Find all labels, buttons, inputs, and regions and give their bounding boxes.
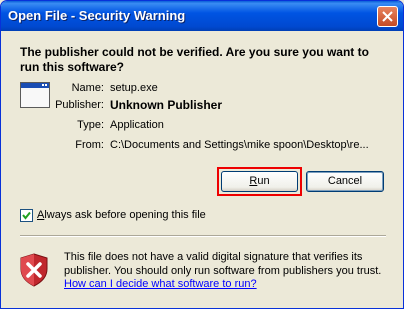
run-button[interactable]: Run bbox=[221, 171, 298, 192]
run-label-rest: un bbox=[257, 175, 270, 187]
divider bbox=[20, 235, 386, 237]
security-warning-dialog: Open File - Security Warning The publish… bbox=[0, 0, 404, 309]
publisher-value: Unknown Publisher bbox=[110, 98, 223, 112]
always-ask-label[interactable]: Always ask before opening this file bbox=[37, 209, 206, 222]
name-value: setup.exe bbox=[110, 82, 158, 94]
security-shield-icon bbox=[20, 253, 48, 287]
help-link[interactable]: How can I decide what software to run? bbox=[64, 278, 257, 290]
run-button-highlight: Run bbox=[217, 167, 302, 196]
warning-text: This file does not have a valid digital … bbox=[64, 251, 382, 277]
close-icon bbox=[382, 11, 393, 22]
from-label: From: bbox=[75, 139, 104, 151]
title-bar[interactable]: Open File - Security Warning bbox=[1, 1, 403, 31]
always-ask-label-rest: lways ask before opening this file bbox=[44, 209, 206, 221]
checkmark-icon bbox=[22, 211, 31, 220]
publisher-label: Publisher: bbox=[55, 99, 104, 111]
close-button[interactable] bbox=[377, 6, 398, 27]
cancel-button[interactable]: Cancel bbox=[306, 171, 384, 192]
window-title: Open File - Security Warning bbox=[8, 8, 186, 23]
type-label: Type: bbox=[77, 119, 104, 131]
from-value: C:\Documents and Settings\mike spoon\Des… bbox=[110, 139, 369, 151]
dialog-body: The publisher could not be verified. Are… bbox=[4, 31, 400, 307]
name-label: Name: bbox=[71, 82, 104, 94]
question-text: The publisher could not be verified. Are… bbox=[20, 45, 369, 74]
always-ask-checkbox[interactable] bbox=[20, 209, 33, 222]
type-value: Application bbox=[110, 119, 164, 131]
